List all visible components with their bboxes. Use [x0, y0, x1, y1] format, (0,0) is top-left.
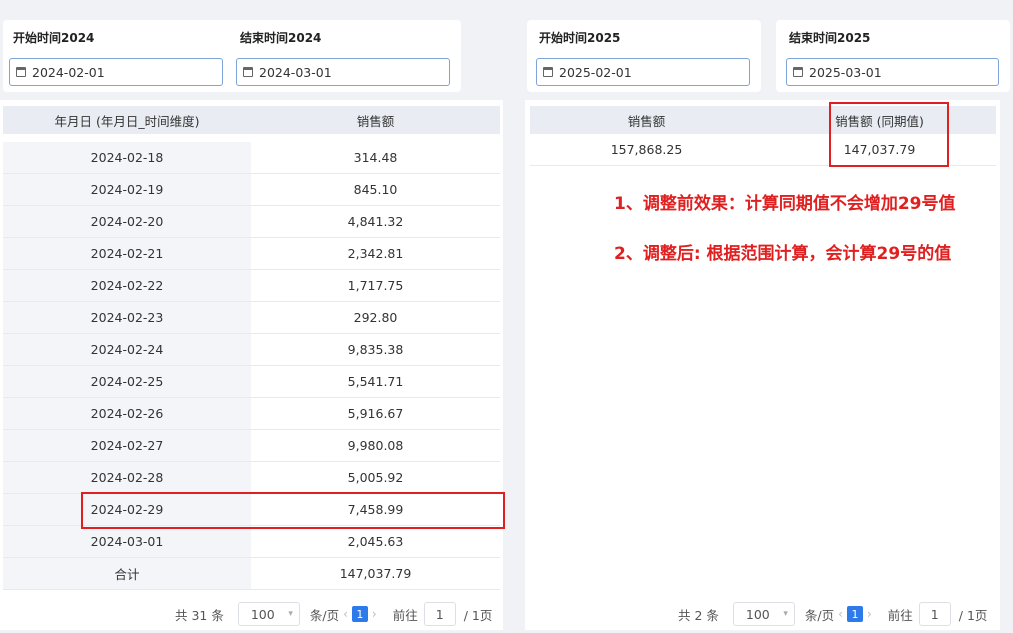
page-size-value: 100 [745, 606, 770, 622]
table-row: 2024-02-22 1,717.75 [3, 270, 500, 302]
sales-cell: 5,005.92 [251, 462, 500, 493]
page-size-select[interactable]: 100 ▾ [732, 602, 795, 626]
prev-page-icon[interactable]: ‹ [838, 607, 843, 621]
total-pages: / 1页 [463, 607, 493, 623]
page-number-button[interactable]: 1 [846, 606, 863, 622]
start-2024-date-input[interactable]: 2024-02-01 [9, 58, 223, 86]
highlight-box-feb29-row [81, 492, 505, 529]
table-row: 2024-02-18 314.48 [3, 142, 500, 174]
sales-cell: 5,916.67 [251, 398, 500, 429]
table-row: 2024-02-26 5,916.67 [3, 398, 500, 430]
page-size-value: 100 [250, 606, 275, 622]
sales-cell: 157,868.25 [610, 142, 683, 157]
date-cell: 2024-02-26 [3, 398, 251, 429]
goto-page-input[interactable]: 1 [918, 602, 951, 626]
header-sales[interactable]: 销售额 [530, 106, 763, 134]
date-cell: 2024-02-22 [3, 270, 251, 301]
start-2025-value: 2025-02-01 [559, 64, 632, 80]
page-number-button[interactable]: 1 [351, 606, 368, 622]
chevron-down-icon: ▾ [288, 609, 293, 619]
start-2024-label: 开始时间2024 [13, 31, 95, 45]
total-row: 合计 147,037.79 [3, 558, 500, 590]
sales-cell: 9,980.08 [251, 430, 500, 461]
next-page-icon[interactable]: › [867, 607, 872, 621]
table-row: 2024-02-24 9,835.38 [3, 334, 500, 366]
table-row: 2024-02-27 9,980.08 [3, 430, 500, 462]
left-table-panel: 年月日 (年月日_时间维度) 销售额 2024-02-18 314.48 2024… [0, 100, 503, 630]
start-2025-label: 开始时间2025 [539, 31, 621, 45]
date-cell: 2024-03-01 [3, 526, 251, 557]
sales-cell: 4,841.32 [251, 206, 500, 237]
end-2024-value: 2024-03-01 [259, 64, 332, 80]
chevron-down-icon: ▾ [783, 609, 788, 619]
sales-cell: 845.10 [251, 174, 500, 205]
total-count: 共 2 条 [678, 607, 719, 623]
end-2025-label: 结束时间2025 [789, 31, 871, 45]
highlight-box-same-period-column [829, 102, 949, 167]
filter-card-2024: 开始时间2024 2024-02-01 结束时间2024 2024-03-01 [3, 20, 461, 92]
table-row: 2024-02-25 5,541.71 [3, 366, 500, 398]
start-2024-value: 2024-02-01 [32, 64, 105, 80]
page-size-select[interactable]: 100 ▾ [237, 602, 300, 626]
total-label-cell: 合计 [3, 558, 251, 589]
date-cell: 2024-02-27 [3, 430, 251, 461]
table-row: 2024-02-23 292.80 [3, 302, 500, 334]
table-row: 2024-03-01 2,045.63 [3, 526, 500, 558]
left-pagination: 共 31 条 100 ▾ 条/页 ‹ 1 › 前往 1 / 1页 [175, 601, 492, 627]
calendar-icon [243, 67, 253, 77]
goto-page-input[interactable]: 1 [423, 602, 456, 626]
date-cell: 2024-02-23 [3, 302, 251, 333]
table-row: 2024-02-28 5,005.92 [3, 462, 500, 494]
date-cell: 2024-02-18 [3, 142, 251, 173]
sales-cell: 9,835.38 [251, 334, 500, 365]
date-cell: 2024-02-24 [3, 334, 251, 365]
date-cell: 2024-02-21 [3, 238, 251, 269]
filter-card-start-2025: 开始时间2025 2025-02-01 [527, 20, 761, 92]
header-date[interactable]: 年月日 (年月日_时间维度) [3, 106, 251, 134]
header-sales[interactable]: 销售额 [251, 106, 500, 134]
next-page-icon[interactable]: › [372, 607, 377, 621]
date-cell: 2024-02-20 [3, 206, 251, 237]
prev-page-icon[interactable]: ‹ [343, 607, 348, 621]
end-2024-label: 结束时间2024 [240, 31, 322, 45]
goto-label: 前往 [392, 607, 418, 623]
sales-cell: 314.48 [251, 142, 500, 173]
sales-cell: 2,045.63 [251, 526, 500, 557]
end-2024-date-input[interactable]: 2024-03-01 [236, 58, 450, 86]
end-2025-date-input[interactable]: 2025-03-01 [786, 58, 999, 86]
date-cell: 2024-02-28 [3, 462, 251, 493]
date-cell: 2024-02-19 [3, 174, 251, 205]
table-row: 2024-02-20 4,841.32 [3, 206, 500, 238]
goto-label: 前往 [887, 607, 913, 623]
sales-cell: 1,717.75 [251, 270, 500, 301]
start-2025-date-input[interactable]: 2025-02-01 [536, 58, 750, 86]
per-page-label: 条/页 [309, 607, 340, 623]
filter-card-end-2025: 结束时间2025 2025-03-01 [776, 20, 1010, 92]
total-count: 共 31 条 [175, 607, 224, 623]
annotation-after: 2、调整后: 根据范围计算，会计算29号的值 [614, 244, 952, 264]
right-pagination: 共 2 条 100 ▾ 条/页 ‹ 1 › 前往 1 / 1页 [678, 601, 987, 627]
sales-cell: 292.80 [251, 302, 500, 333]
total-value-cell: 147,037.79 [251, 558, 500, 589]
sales-cell: 2,342.81 [251, 238, 500, 269]
table-row: 2024-02-19 845.10 [3, 174, 500, 206]
left-table-header: 年月日 (年月日_时间维度) 销售额 [3, 106, 500, 134]
table-row: 2024-02-21 2,342.81 [3, 238, 500, 270]
calendar-icon [793, 67, 803, 77]
calendar-icon [543, 67, 553, 77]
per-page-label: 条/页 [804, 607, 835, 623]
end-2025-value: 2025-03-01 [809, 64, 882, 80]
total-pages: / 1页 [958, 607, 988, 623]
annotation-before: 1、调整前效果：计算同期值不会增加29号值 [614, 194, 956, 214]
right-table-panel: 销售额 销售额 (同期值) 157,868.25 147,037.79 共 2 … [525, 100, 1000, 630]
date-cell: 2024-02-25 [3, 366, 251, 397]
sales-cell: 5,541.71 [251, 366, 500, 397]
calendar-icon [16, 67, 26, 77]
